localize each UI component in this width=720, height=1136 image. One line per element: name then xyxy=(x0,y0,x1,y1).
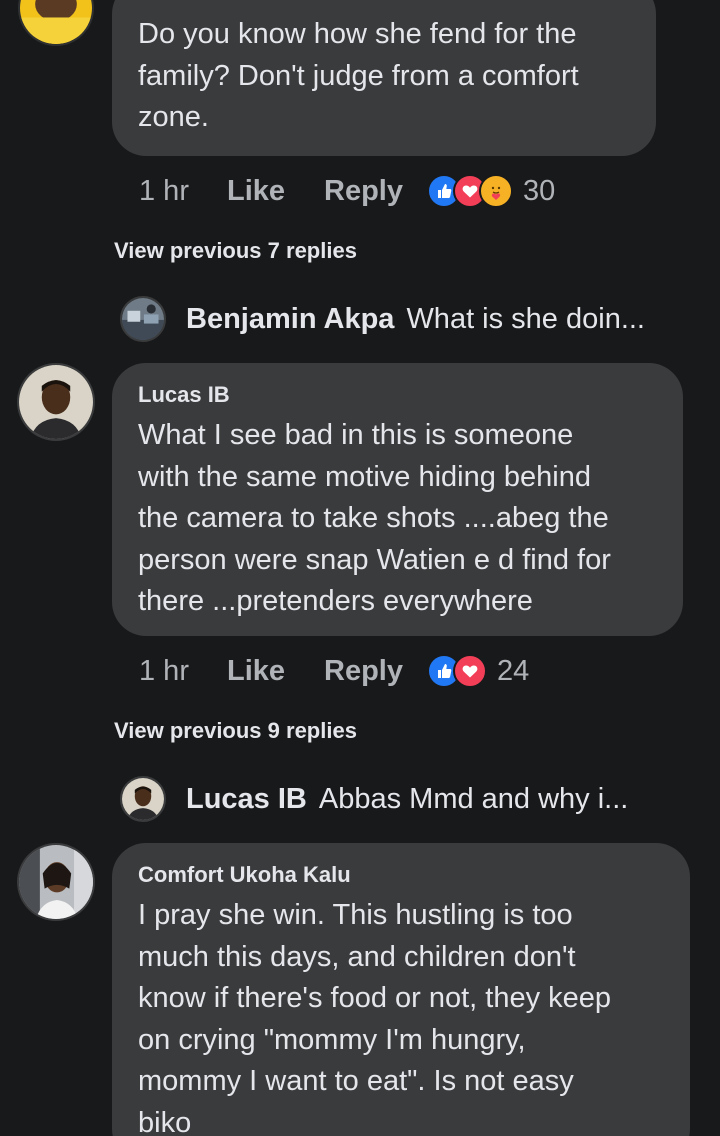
reply-button[interactable]: Reply xyxy=(324,175,427,208)
care-reaction-icon xyxy=(479,174,513,208)
comment-bubble: Lucas IB What I see bad in this is someo… xyxy=(112,363,683,636)
comment-text: Do you know how she fend for the family?… xyxy=(138,18,579,134)
reaction-count: 24 xyxy=(497,654,530,687)
view-previous-replies[interactable]: View previous 7 replies xyxy=(114,238,357,264)
reply-author-name: Lucas IB xyxy=(186,782,307,815)
commenter-avatar[interactable] xyxy=(17,363,95,441)
comment-time: 1 hr xyxy=(139,174,189,207)
reply-author-name: Benjamin Akpa xyxy=(186,302,395,335)
reply-preview-text: What is she doin... xyxy=(406,302,645,335)
avatar-photo xyxy=(20,0,92,44)
avatar-photo xyxy=(19,365,93,439)
comment-text: What I see bad in this is someone with t… xyxy=(138,419,611,618)
comment-author[interactable]: Lucas IB xyxy=(138,382,663,408)
view-previous-replies[interactable]: View previous 9 replies xyxy=(114,718,357,744)
comment-time: 1 hr xyxy=(139,654,189,687)
reply-author-avatar xyxy=(120,776,166,822)
reaction-count: 30 xyxy=(523,174,556,207)
comment-bubble: Do you know how she fend for the family?… xyxy=(112,0,656,156)
reply-button[interactable]: Reply xyxy=(324,655,427,688)
commenter-avatar[interactable] xyxy=(18,0,94,46)
comment-actions: 1 hr Like Reply 30 xyxy=(139,171,555,211)
like-button[interactable]: Like xyxy=(227,175,324,208)
comment-bubble: Comfort Ukoha Kalu I pray she win. This … xyxy=(112,843,690,1136)
avatar-photo xyxy=(19,845,93,919)
like-button[interactable]: Like xyxy=(227,655,324,688)
latest-reply-preview[interactable]: Benjamin Akpa What is she doin... xyxy=(120,294,645,344)
reaction-summary[interactable]: 30 xyxy=(427,174,555,208)
comment-text: I pray she win. This hustling is too muc… xyxy=(138,899,612,1136)
comment-actions: 1 hr Like Reply 24 xyxy=(139,651,529,691)
reply-preview-text: Abbas Mmd and why i... xyxy=(318,782,629,815)
love-reaction-icon xyxy=(453,654,487,688)
commenter-avatar[interactable] xyxy=(17,843,95,921)
comments-thread: Do you know how she fend for the family?… xyxy=(0,0,720,1136)
comment-author[interactable]: Comfort Ukoha Kalu xyxy=(138,862,670,888)
latest-reply-preview[interactable]: Lucas IB Abbas Mmd and why i... xyxy=(120,774,628,824)
reaction-summary[interactable]: 24 xyxy=(427,654,529,688)
reply-author-avatar xyxy=(120,296,166,342)
